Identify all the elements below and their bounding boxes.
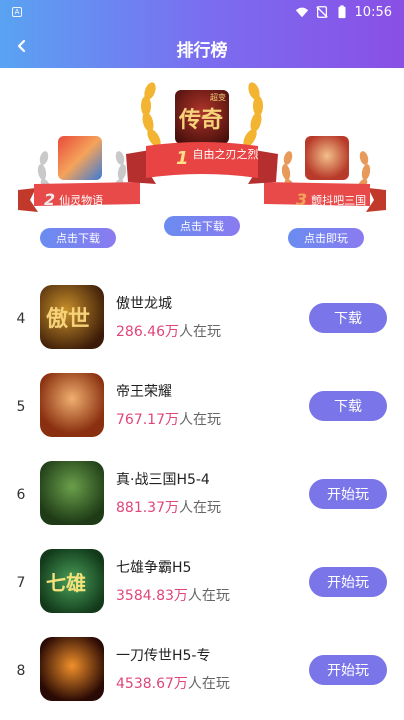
status-bar: A 10:56 [0,0,404,24]
podium-label-3: 3 颤抖吧三国 [296,190,376,209]
rank-number: 4 [16,311,26,327]
player-count-value: 3584.83万 [116,588,188,604]
player-count: 767.17万人在玩 [116,409,221,429]
player-count: 4538.67万人在玩 [116,673,230,693]
rank-number: 7 [16,575,26,591]
no-sim-icon [315,6,328,18]
game-thumbnail [40,461,104,525]
title-bar: 排行榜 [0,28,404,68]
player-count-suffix: 人在玩 [179,500,221,516]
game-name: 真·战三国H5-4 [116,472,210,488]
game-name: 一刀传世H5-专 [116,648,211,664]
rank-number: 2 [44,190,56,209]
player-count: 286.46万人在玩 [116,321,221,341]
start-play-button[interactable]: 开始玩 [309,567,387,597]
podium-game-icon-1[interactable]: 传奇 超变 [175,90,229,144]
wifi-icon [295,7,308,18]
game-name: 傲世龙城 [116,296,172,312]
back-button[interactable] [10,34,34,58]
podium-download-button-1[interactable]: 点击下载 [164,216,240,236]
player-count-value: 881.37万 [116,500,179,516]
game-badge-text: 超变 [210,93,226,102]
list-item[interactable]: 7 七雄 七雄争霸H5 3584.83万人在玩 开始玩 [0,543,404,631]
player-count: 3584.83万人在玩 [116,585,230,605]
game-art-text: 傲世 [46,306,91,332]
page-title: 排行榜 [176,40,228,61]
podium-game-name: 自由之刃之烈焰 [192,148,259,161]
list-item[interactable]: 4 傲世 傲世龙城 286.46万人在玩 下载 [0,279,404,367]
rank-number: 3 [296,190,308,209]
app-header: A 10:56 排行榜 [0,0,404,68]
game-thumbnail: 傲世 [40,285,104,349]
player-count-value: 4538.67万 [116,676,188,692]
player-count: 881.37万人在玩 [116,497,221,517]
rank-number: 6 [16,487,26,503]
list-item[interactable]: 5 帝王荣耀 767.17万人在玩 下载 [0,367,404,455]
player-count-suffix: 人在玩 [187,676,230,692]
player-count-suffix: 人在玩 [187,588,230,604]
game-thumbnail [40,373,104,437]
game-thumbnail: 七雄 [40,549,104,613]
list-item[interactable]: 8 一刀传世H5-专 4538.67万人在玩 开始玩 [0,631,404,719]
start-play-button[interactable]: 开始玩 [309,479,387,509]
list-item[interactable]: 6 真·战三国H5-4 881.37万人在玩 开始玩 [0,455,404,543]
rank-number: 8 [16,663,26,679]
start-play-button[interactable]: 开始玩 [309,655,387,685]
player-count-suffix: 人在玩 [179,324,221,340]
top-three-podium: 传奇 超变 2 仙灵物语 3 颤抖吧三国 1 自由之刃之烈 点击下载 点击下载 … [0,68,404,258]
game-name: 七雄争霸H5 [116,560,192,576]
player-count-suffix: 人在玩 [179,412,221,428]
battery-icon [338,5,346,19]
podium-label-1: 1 自由之刃之烈焰 [176,148,266,169]
podium-play-button-3[interactable]: 点击即玩 [288,228,364,248]
rank-number: 5 [16,399,26,415]
player-count-value: 767.17万 [116,412,179,428]
podium-game-name: 颤抖吧三国 [311,193,367,207]
game-thumbnail [40,637,104,701]
game-art-text: 传奇 [179,107,224,133]
podium-label-2: 2 仙灵物语 [44,190,140,209]
game-art-text: 七雄 [46,571,86,595]
podium-game-name: 仙灵物语 [59,193,104,207]
download-button[interactable]: 下载 [309,391,387,421]
podium-download-button-2[interactable]: 点击下载 [40,228,116,248]
download-button[interactable]: 下载 [309,303,387,333]
status-time: 10:56 [354,4,392,20]
back-arrow-icon [17,39,26,53]
player-count-value: 286.46万 [116,324,179,340]
rank-number: 1 [176,148,189,169]
game-name: 帝王荣耀 [116,384,172,400]
notification-app-icon: A [12,7,22,17]
